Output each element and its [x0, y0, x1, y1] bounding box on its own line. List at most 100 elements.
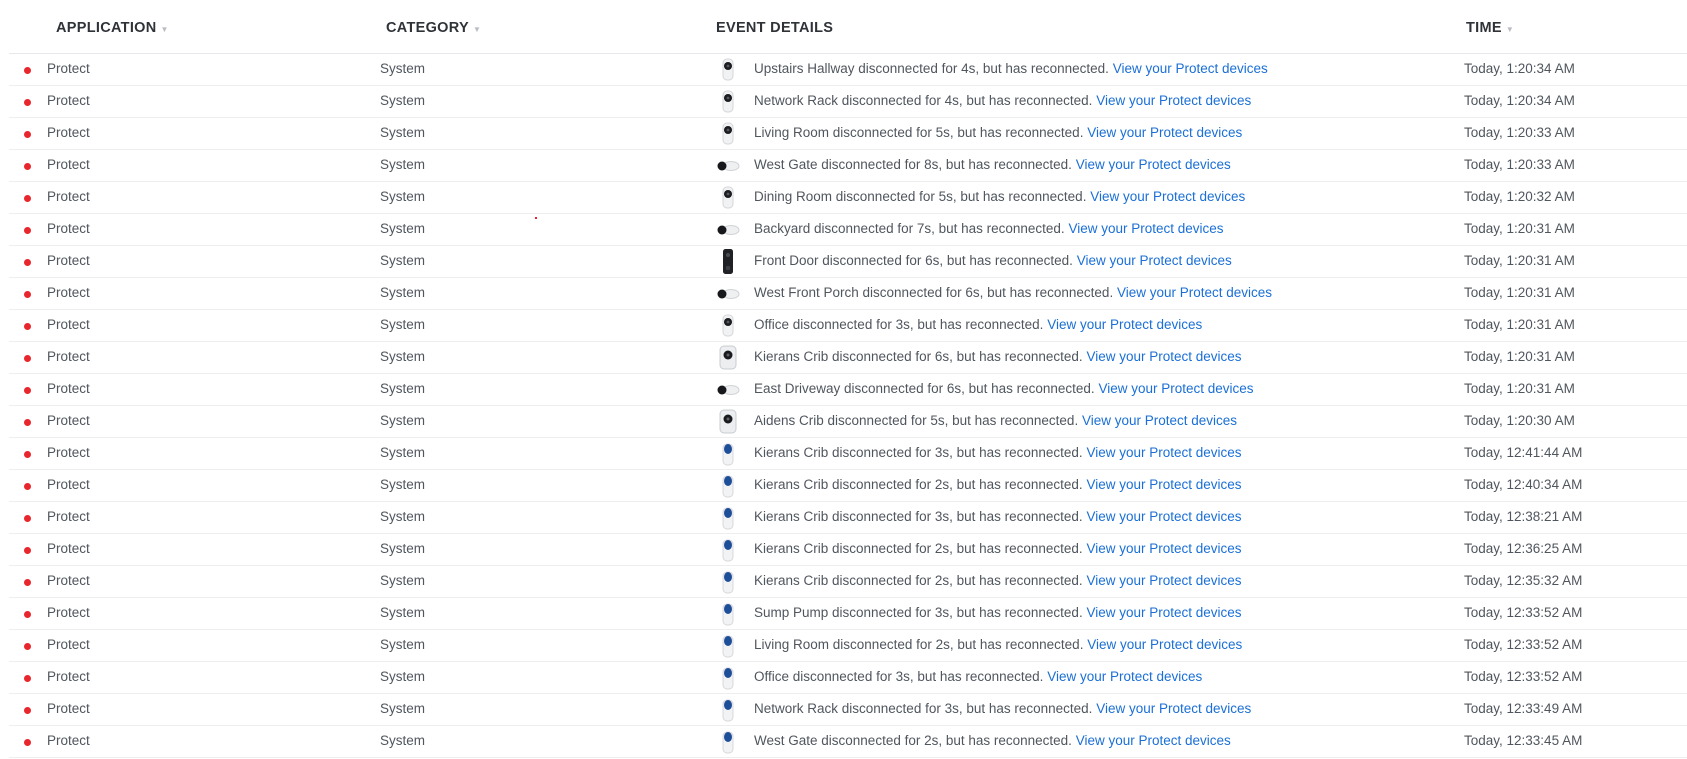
application-cell: Protect — [47, 349, 90, 364]
application-cell: Protect — [47, 669, 90, 684]
view-protect-devices-link[interactable]: View your Protect devices — [1096, 701, 1251, 716]
status-dot-icon — [24, 451, 31, 458]
event-text: Upstairs Hallway disconnected for 4s, bu… — [754, 61, 1109, 76]
time-cell: Today, 1:20:31 AM — [1464, 253, 1575, 268]
column-header-category[interactable]: CATEGORY ▼ — [386, 20, 481, 36]
view-protect-devices-link[interactable]: View your Protect devices — [1047, 669, 1202, 684]
view-protect-devices-link[interactable]: View your Protect devices — [1076, 733, 1231, 748]
table-row[interactable]: Protect System West Gate disconnected for … — [9, 726, 1687, 758]
event-details-cell: Upstairs Hallway disconnected for 4s, bu… — [754, 61, 1268, 76]
category-cell: System — [380, 637, 426, 652]
table-row[interactable]: Protect System Kierans Crib disconnected f… — [9, 438, 1687, 470]
event-details-cell: Living Room disconnected for 5s, but has… — [754, 125, 1242, 140]
sort-chevron-icon: ▼ — [1505, 25, 1515, 34]
view-protect-devices-link[interactable]: View your Protect devices — [1068, 221, 1223, 236]
view-protect-devices-link[interactable]: View your Protect devices — [1098, 381, 1253, 396]
table-row[interactable]: Protect System East Driveway disconnected … — [9, 374, 1687, 406]
sensor-icon — [716, 697, 740, 722]
category-cell: System — [380, 317, 426, 332]
table-row[interactable]: Protect System Living Room disconnected fo… — [9, 630, 1687, 662]
time-cell: Today, 1:20:31 AM — [1464, 285, 1575, 300]
table-row[interactable]: Protect System Kierans Crib disconnected f… — [9, 502, 1687, 534]
application-cell: Protect — [47, 541, 90, 556]
category-cell: System — [380, 413, 426, 428]
time-cell: Today, 12:33:49 AM — [1464, 701, 1583, 716]
status-dot-icon — [24, 99, 31, 106]
table-row[interactable]: Protect System Backyard disconnected for 7… — [9, 214, 1687, 246]
application-cell: Protect — [47, 61, 90, 76]
view-protect-devices-link[interactable]: View your Protect devices — [1087, 637, 1242, 652]
box-camera-icon — [716, 409, 740, 434]
status-dot-icon — [24, 739, 31, 746]
event-text: Kierans Crib disconnected for 2s, but ha… — [754, 541, 1083, 556]
status-dot-icon — [24, 547, 31, 554]
view-protect-devices-link[interactable]: View your Protect devices — [1047, 317, 1202, 332]
table-row[interactable]: Protect System Kierans Crib disconnected f… — [9, 342, 1687, 374]
event-text: Sump Pump disconnected for 3s, but has r… — [754, 605, 1083, 620]
table-row[interactable]: Protect System Upstairs Hallway disconnect… — [9, 54, 1687, 86]
status-dot-icon — [24, 259, 31, 266]
status-dot-icon — [24, 291, 31, 298]
event-text: West Front Porch disconnected for 6s, bu… — [754, 285, 1114, 300]
view-protect-devices-link[interactable]: View your Protect devices — [1086, 349, 1241, 364]
category-cell: System — [380, 157, 426, 172]
status-dot-icon — [24, 643, 31, 650]
view-protect-devices-link[interactable]: View your Protect devices — [1090, 189, 1245, 204]
application-cell: Protect — [47, 381, 90, 396]
sort-chevron-icon: ▼ — [472, 25, 482, 34]
view-protect-devices-link[interactable]: View your Protect devices — [1086, 477, 1241, 492]
event-text: Living Room disconnected for 2s, but has… — [754, 637, 1084, 652]
table-row[interactable]: Protect System Kierans Crib disconnected f… — [9, 534, 1687, 566]
event-details-cell: Living Room disconnected for 2s, but has… — [754, 637, 1242, 652]
table-row[interactable]: Protect System Network Rack disconnected f… — [9, 694, 1687, 726]
time-cell: Today, 1:20:32 AM — [1464, 189, 1575, 204]
table-row[interactable]: Protect System Kierans Crib disconnected f… — [9, 566, 1687, 598]
view-protect-devices-link[interactable]: View your Protect devices — [1082, 413, 1237, 428]
bullet-camera-icon — [716, 281, 740, 306]
time-cell: Today, 1:20:31 AM — [1464, 221, 1575, 236]
event-text: Backyard disconnected for 7s, but has re… — [754, 221, 1065, 236]
view-protect-devices-link[interactable]: View your Protect devices — [1117, 285, 1272, 300]
time-cell: Today, 1:20:33 AM — [1464, 157, 1575, 172]
category-cell: System — [380, 93, 426, 108]
table-row[interactable]: Protect System Office disconnected for 3s,… — [9, 662, 1687, 694]
red-pixel-mark — [535, 217, 537, 219]
event-text: Network Rack disconnected for 4s, but ha… — [754, 93, 1093, 108]
event-details-cell: Office disconnected for 3s, but has reco… — [754, 669, 1202, 684]
view-protect-devices-link[interactable]: View your Protect devices — [1096, 93, 1251, 108]
view-protect-devices-link[interactable]: View your Protect devices — [1086, 509, 1241, 524]
category-cell: System — [380, 349, 426, 364]
column-header-event-details: EVENT DETAILS — [716, 20, 834, 36]
view-protect-devices-link[interactable]: View your Protect devices — [1086, 573, 1241, 588]
table-row[interactable]: Protect System West Front Porch disconnect… — [9, 278, 1687, 310]
application-cell: Protect — [47, 701, 90, 716]
event-details-cell: Sump Pump disconnected for 3s, but has r… — [754, 605, 1242, 620]
view-protect-devices-link[interactable]: View your Protect devices — [1076, 157, 1231, 172]
table-row[interactable]: Protect System West Gate disconnected for … — [9, 150, 1687, 182]
table-row[interactable]: Protect System Kierans Crib disconnected f… — [9, 470, 1687, 502]
view-protect-devices-link[interactable]: View your Protect devices — [1086, 605, 1241, 620]
table-row[interactable]: Protect System Office disconnected for 3s,… — [9, 310, 1687, 342]
status-dot-icon — [24, 355, 31, 362]
application-cell: Protect — [47, 93, 90, 108]
table-row[interactable]: Protect System Dining Room disconnected fo… — [9, 182, 1687, 214]
table-row[interactable]: Protect System Aidens Crib disconnected fo… — [9, 406, 1687, 438]
category-cell: System — [380, 733, 426, 748]
column-header-time[interactable]: TIME ▼ — [1466, 20, 1514, 36]
table-row[interactable]: Protect System Living Room disconnected fo… — [9, 118, 1687, 150]
sensor-icon — [716, 633, 740, 658]
column-header-application[interactable]: APPLICATION ▼ — [56, 20, 169, 36]
view-protect-devices-link[interactable]: View your Protect devices — [1077, 253, 1232, 268]
table-row[interactable]: Protect System Front Door disconnected for… — [9, 246, 1687, 278]
table-row[interactable]: Protect System Network Rack disconnected f… — [9, 86, 1687, 118]
category-cell: System — [380, 701, 426, 716]
table-row[interactable]: Protect System Sump Pump disconnected for … — [9, 598, 1687, 630]
view-protect-devices-link[interactable]: View your Protect devices — [1087, 125, 1242, 140]
view-protect-devices-link[interactable]: View your Protect devices — [1086, 541, 1241, 556]
event-text: East Driveway disconnected for 6s, but h… — [754, 381, 1095, 396]
dome-camera-icon — [716, 121, 740, 146]
sensor-icon — [716, 569, 740, 594]
view-protect-devices-link[interactable]: View your Protect devices — [1113, 61, 1268, 76]
dome-camera-icon — [716, 57, 740, 82]
view-protect-devices-link[interactable]: View your Protect devices — [1086, 445, 1241, 460]
